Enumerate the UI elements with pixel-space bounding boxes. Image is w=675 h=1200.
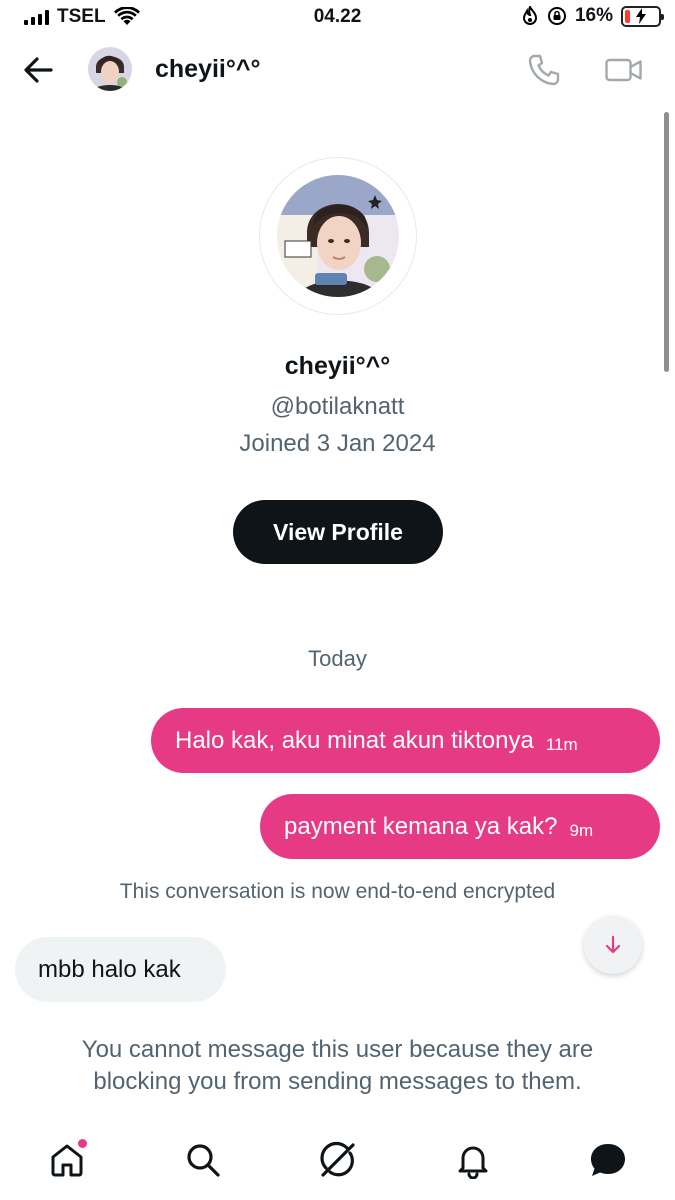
video-call-button[interactable] (604, 52, 644, 88)
avatar[interactable] (88, 47, 132, 91)
profile-avatar-image (277, 175, 399, 297)
notification-badge-dot (78, 1139, 87, 1148)
arrow-down-icon (605, 935, 621, 954)
bottom-tab-bar (0, 1128, 675, 1200)
phone-icon (528, 54, 560, 86)
view-profile-button[interactable]: View Profile (233, 500, 443, 564)
tab-search[interactable] (179, 1136, 227, 1184)
profile-joined-date: Joined 3 Jan 2024 (239, 430, 436, 457)
message-time: 11m (545, 734, 578, 754)
search-icon (187, 1144, 220, 1177)
header-username[interactable]: cheyii°^° (155, 55, 260, 84)
back-button[interactable] (20, 54, 56, 86)
conversation-header: cheyii°^° (0, 40, 675, 100)
date-separator: Today (308, 646, 367, 671)
scroll-to-bottom-button[interactable] (584, 916, 642, 974)
message-time: 9m (569, 820, 594, 840)
profile-handle: @botilaknatt (270, 393, 405, 420)
tab-messages[interactable] (584, 1136, 632, 1184)
grok-icon (320, 1141, 355, 1177)
message-text: Halo kak, aku minat akun tiktonya (175, 726, 534, 754)
message-text: mbb halo kak (38, 955, 181, 983)
battery-icon (621, 5, 664, 27)
voice-call-button[interactable] (526, 52, 562, 88)
avatar-image (88, 47, 132, 91)
outgoing-message[interactable]: payment kemana ya kak? 9m (260, 794, 660, 859)
tab-grok[interactable] (314, 1136, 362, 1184)
tab-home[interactable] (43, 1136, 91, 1184)
profile-display-name: cheyii°^° (284, 352, 391, 380)
arrow-left-icon (24, 57, 53, 83)
tab-notifications[interactable] (449, 1136, 497, 1184)
battery-percent: 16% (574, 5, 613, 26)
incoming-message[interactable]: mbb halo kak (15, 937, 226, 1002)
bell-icon (458, 1146, 488, 1179)
chat-bubble-icon (591, 1144, 625, 1176)
charging-bolt-icon (636, 8, 646, 24)
encryption-notice: This conversation is now end-to-end encr… (119, 880, 556, 903)
message-text: payment kemana ya kak? (284, 812, 558, 840)
status-bar: TSEL 04.22 16% (0, 0, 675, 36)
orientation-lock-icon (547, 7, 566, 25)
battery-level-fill (625, 9, 630, 23)
blocked-notice: You cannot message this user because the… (81, 1036, 594, 1095)
status-right: 16% (521, 5, 664, 27)
scrollbar[interactable] (664, 112, 669, 372)
profile-avatar[interactable] (260, 158, 416, 314)
video-camera-icon (605, 58, 642, 82)
hotspot-icon (522, 6, 537, 25)
outgoing-message[interactable]: Halo kak, aku minat akun tiktonya 11m (151, 708, 660, 773)
